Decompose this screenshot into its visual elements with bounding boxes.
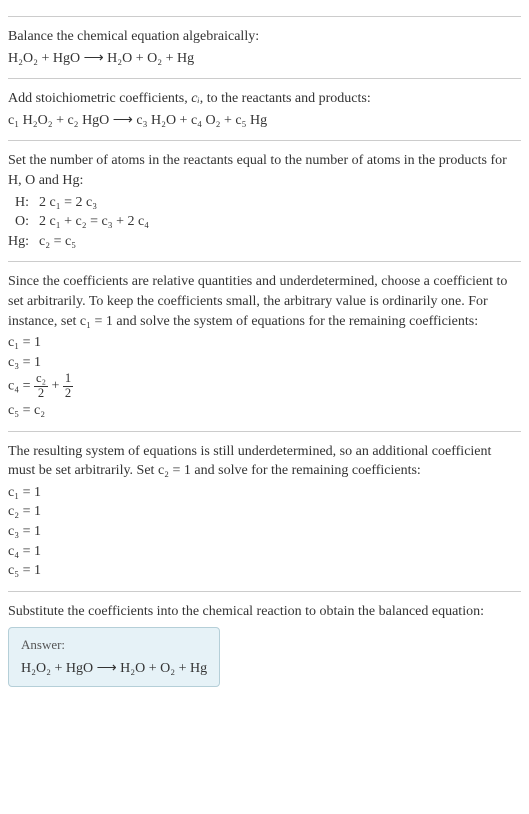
c4-label: c₄ = [8,379,34,394]
solve2-eq1: c₁ = 1 [8,483,521,503]
add-coeff-text-b: , to the reactants and products: [200,91,371,106]
solve1-text: Since the coefficients are relative quan… [8,272,521,331]
answer-box: Answer: H₂O₂ + HgO ⟶ H₂O + O₂ + Hg [8,627,220,687]
atom-label: Hg: [8,232,39,252]
fraction: 12 [63,372,73,401]
solve2-eq4: c₄ = 1 [8,542,521,562]
add-coeff-text-a: Add stoichiometric coefficients, [8,91,191,106]
solve2-eq2: c₂ = 1 [8,502,521,522]
frac-den: 2 [34,387,48,401]
solve1-eq4: c₅ = c₂ [8,401,521,421]
balance-equation: H₂O₂ + HgO ⟶ H₂O + O₂ + Hg [8,49,521,69]
atom-balance-text: Set the number of atoms in the reactants… [8,151,521,190]
frac-den: 2 [63,387,73,401]
answer-equation: H₂O₂ + HgO ⟶ H₂O + O₂ + Hg [21,659,207,679]
solve2-eq5: c₅ = 1 [8,561,521,581]
solve1-eq2: c₃ = 1 [8,353,521,373]
atom-eq: c₂ = c₅ [39,232,149,252]
atom-eq: 2 c₁ + c₂ = c₃ + 2 c₄ [39,212,149,232]
solve2-eq3: c₃ = 1 [8,522,521,542]
section-add-coefficients: Add stoichiometric coefficients, cᵢ, to … [8,78,521,130]
atom-label: H: [8,193,39,213]
plus: + [48,379,63,394]
section-atom-balance: Set the number of atoms in the reactants… [8,140,521,251]
table-row: H: 2 c₁ = 2 c₃ [8,193,149,213]
answer-intro: Substitute the coefficients into the che… [8,602,521,622]
fraction: c₂2 [34,372,48,401]
balance-intro-text: Balance the chemical equation algebraica… [8,27,521,47]
section-answer: Substitute the coefficients into the che… [8,591,521,687]
solve1-eq1: c₁ = 1 [8,333,521,353]
add-coeff-text: Add stoichiometric coefficients, cᵢ, to … [8,89,521,109]
section-balance-intro: Balance the chemical equation algebraica… [8,16,521,68]
section-solve1: Since the coefficients are relative quan… [8,261,521,420]
ci-symbol: cᵢ [191,91,199,106]
section-solve2: The resulting system of equations is sti… [8,431,521,581]
atom-balance-table: H: 2 c₁ = 2 c₃ O: 2 c₁ + c₂ = c₃ + 2 c₄ … [8,193,149,252]
atom-eq: 2 c₁ = 2 c₃ [39,193,149,213]
solve2-text: The resulting system of equations is sti… [8,442,521,481]
table-row: O: 2 c₁ + c₂ = c₃ + 2 c₄ [8,212,149,232]
table-row: Hg: c₂ = c₅ [8,232,149,252]
solve1-eq3: c₄ = c₂2 + 12 [8,372,521,401]
atom-label: O: [8,212,39,232]
frac-num: 1 [63,372,73,387]
answer-label: Answer: [21,636,207,654]
frac-num: c₂ [34,372,48,387]
coeff-equation: c₁ H₂O₂ + c₂ HgO ⟶ c₃ H₂O + c₄ O₂ + c₅ H… [8,111,521,131]
